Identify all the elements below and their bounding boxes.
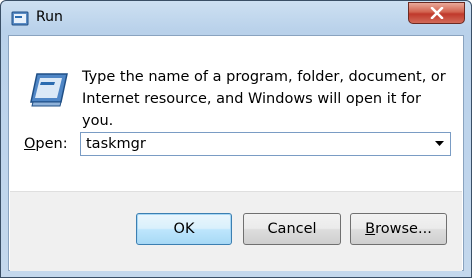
dropdown-button[interactable] (430, 135, 448, 153)
close-button[interactable] (408, 2, 465, 24)
run-app-icon (11, 11, 29, 26)
open-label: Open: (24, 136, 68, 152)
browse-accelerator: B (365, 221, 376, 237)
close-icon (430, 7, 443, 19)
cancel-button[interactable]: Cancel (243, 213, 341, 245)
dialog-body: Type the name of a program, folder, docu… (8, 35, 464, 271)
browse-button[interactable]: Browse... (350, 213, 447, 245)
instruction-text: Type the name of a program, folder, docu… (82, 69, 446, 129)
run-dialog-icon (30, 73, 68, 107)
window-title: Run (36, 9, 63, 25)
chevron-down-icon (434, 141, 444, 146)
open-label-accelerator: O (24, 136, 36, 152)
open-label-text: pen: (35, 136, 68, 152)
run-dialog-window: Run Type the name of a program, folder, … (0, 0, 472, 278)
open-combobox[interactable] (80, 132, 451, 156)
open-input[interactable] (81, 133, 426, 155)
title-bar[interactable]: Run (1, 1, 471, 37)
ok-button[interactable]: OK (136, 213, 232, 245)
browse-label: rowse... (375, 221, 432, 237)
